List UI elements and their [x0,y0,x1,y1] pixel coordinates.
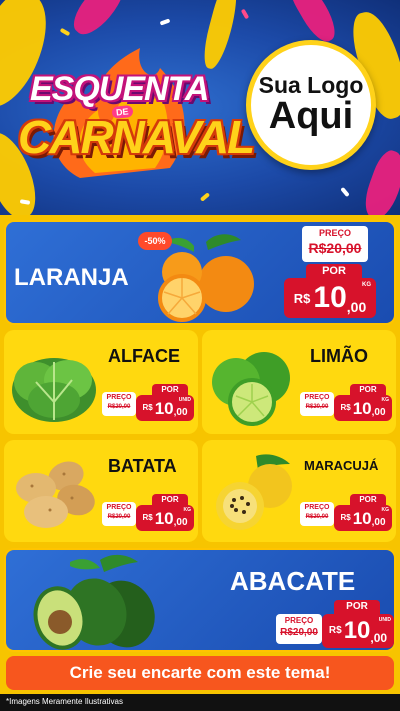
price-decimal: ,00 [371,407,386,418]
old-price-tag: PREÇO R$20,00 [276,614,322,644]
old-price-tag: PREÇO R$20,00 [302,226,368,262]
old-price-tag: PREÇO R$20,00 [300,392,334,416]
streamer-decoration [358,146,400,215]
currency: R$ [328,625,342,636]
old-price: R$20,00 [280,627,318,638]
product-card-maracuja[interactable]: MARACUJÁ PREÇO R$20,00 POR R$ 10 ,00 KG [202,440,396,542]
confetti [340,186,350,198]
currency: R$ [340,513,351,522]
product-name: LIMÃO [310,346,368,366]
current-price: R$ 10 ,00 UNID [136,395,194,421]
por-label: POR [350,494,386,505]
price-unit: UNID [378,617,391,623]
product-card-abacate[interactable]: ABACATE PREÇO R$20,00 POR R$ 10 ,00 UNID [4,548,396,652]
current-price: R$ 10 ,00 KG [284,278,376,318]
confetti [240,8,250,20]
old-price-tag: PREÇO R$20,00 [102,392,136,416]
current-price: R$ 10 ,00 KG [136,505,194,531]
product-card-alface[interactable]: ALFACE PREÇO R$20,00 POR R$ 10 ,00 UNID [4,330,198,434]
old-price: R$20,00 [308,240,362,256]
price-decimal: ,00 [370,631,388,645]
lettuce-icon [12,358,96,422]
currency: R$ [340,403,351,412]
price-unit: KG [362,282,371,288]
old-price: R$20,00 [305,404,329,410]
old-price: R$20,00 [107,404,131,410]
current-price: R$ 10 ,00 KG [334,395,392,421]
preco-label: PREÇO [304,504,330,511]
old-price: R$20,00 [305,514,329,520]
preco-label: PREÇO [106,504,132,511]
cta-banner[interactable]: Crie seu encarte com este tema! [6,656,394,690]
por-label: POR [350,384,386,395]
product-card-batata[interactable]: BATATA PREÇO R$20,00 POR R$ 10 ,00 KG [4,440,198,542]
price-decimal: ,00 [371,517,386,528]
title-line-1: ESQUENTA [30,70,209,108]
price-unit: KG [381,397,390,403]
product-name: MARACUJÁ [304,458,379,473]
price-integer: 10 [343,617,371,644]
passion-fruit-icon [216,454,292,530]
currency: R$ [142,513,153,522]
price-unit: UNID [178,397,191,403]
streamer-decoration [66,0,134,42]
product-card-laranja[interactable]: LARANJA PREÇO R$20,00 POR R$ 10 ,00 KG [4,220,396,325]
product-name: ABACATE [230,566,356,596]
preco-label: PREÇO [106,394,132,401]
product-name: BATATA [108,456,177,476]
product-name: ALFACE [108,346,180,366]
currency: R$ [293,290,311,306]
price-decimal: ,00 [346,299,367,315]
por-label: POR [152,494,188,505]
price-unit: KG [381,507,390,513]
por-label: POR [152,384,188,395]
logo-text-line-2: Aqui [268,94,354,137]
currency: R$ [142,403,153,412]
por-label: POR [334,600,380,614]
confetti [59,27,71,37]
price-integer: 10 [154,398,174,418]
avocado-icon [33,554,155,650]
logo-text-line-1: Sua Logo [258,71,364,98]
confetti [199,192,211,202]
preco-label: PREÇO [304,394,330,401]
disclaimer-text: *Imagens Meramente Ilustrativas [6,697,123,706]
lime-icon [212,352,290,426]
old-price: R$20,00 [107,514,131,520]
price-integer: 10 [154,508,174,528]
price-integer: 10 [313,281,347,314]
product-name: LARANJA [14,264,129,291]
confetti [159,18,171,26]
old-price-tag: PREÇO R$20,00 [300,502,334,526]
potato-icon [16,461,95,528]
price-integer: 10 [352,508,372,528]
current-price: R$ 10 ,00 KG [334,505,392,531]
preco-label: PREÇO [284,616,314,625]
price-decimal: ,00 [173,407,188,418]
price-unit: KG [183,507,192,513]
old-price-tag: PREÇO R$20,00 [102,502,136,526]
current-price: R$ 10 ,00 UNID [322,614,394,648]
logo-placeholder[interactable]: Sua Logo Aqui [246,40,376,170]
header-banner: ESQUENTA DE CARNAVAL Sua Logo Aqui [0,0,400,215]
price-decimal: ,00 [173,517,188,528]
product-card-limao[interactable]: LIMÃO PREÇO R$20,00 POR R$ 10 ,00 KG [202,330,396,434]
title-line-2: CARNAVAL [18,111,255,163]
price-integer: 10 [352,398,372,418]
por-label: POR [306,264,362,278]
preco-label: PREÇO [318,228,351,238]
discount-badge: -50% [138,232,172,250]
